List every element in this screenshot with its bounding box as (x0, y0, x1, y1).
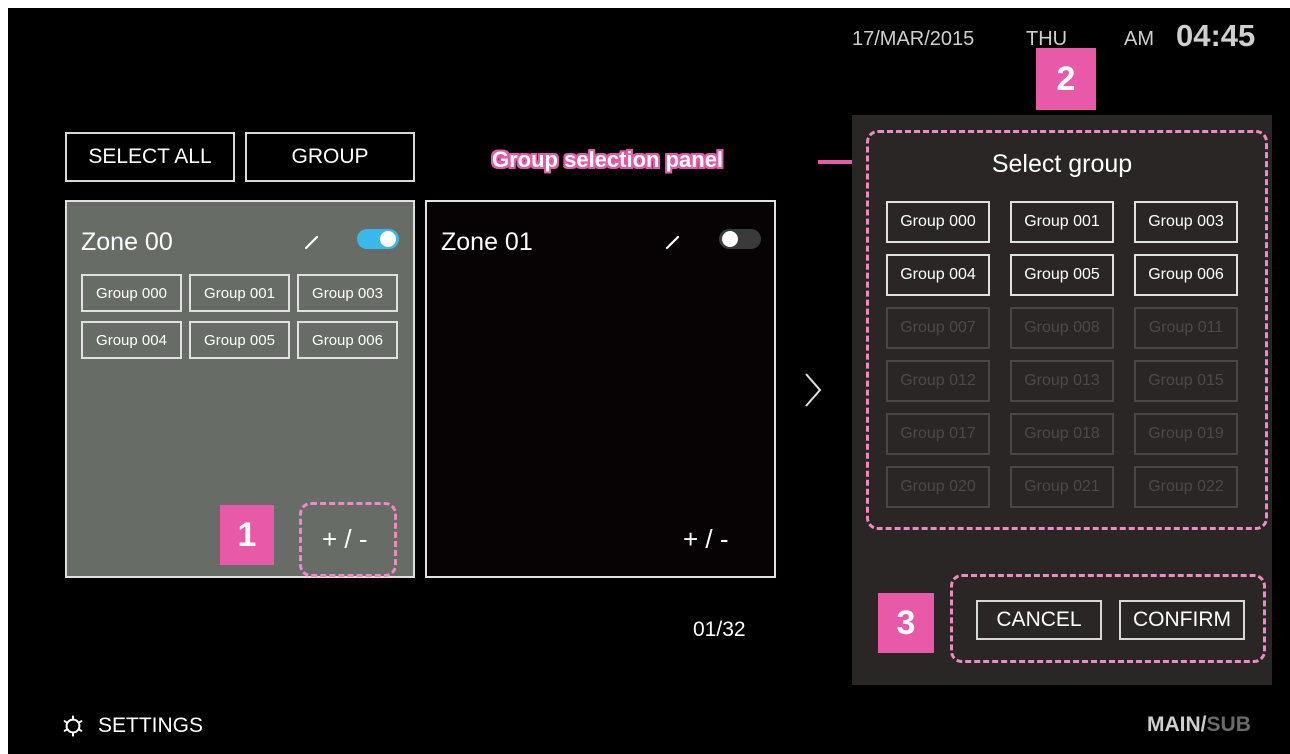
group-chip[interactable]: Group 001 (1010, 201, 1114, 243)
main-label: MAIN (1147, 713, 1201, 736)
cancel-button[interactable]: CANCEL (976, 600, 1102, 640)
callout-badge-1: 1 (220, 505, 274, 565)
zone-group-chip[interactable]: Group 000 (81, 274, 182, 312)
group-selection-panel-callout: Group selection panel (492, 147, 724, 172)
page-counter: 01/32 (693, 618, 746, 641)
zone-card-01[interactable]: Zone 01 + / - (425, 200, 776, 578)
main-sub-switch[interactable]: MAIN/SUB (1147, 713, 1251, 737)
group-chip[interactable]: Group 017 (886, 413, 990, 455)
group-chip[interactable]: Group 019 (1134, 413, 1238, 455)
zone-title: Zone 01 (441, 228, 533, 256)
callout-badge-3: 3 (878, 593, 934, 653)
group-chip[interactable]: Group 008 (1010, 307, 1114, 349)
settings-label: SETTINGS (98, 714, 204, 737)
toggle-knob (722, 231, 738, 247)
group-chip[interactable]: Group 021 (1010, 466, 1114, 508)
group-chip[interactable]: Group 003 (1134, 201, 1238, 243)
zone-card-00[interactable]: Zone 00 Group 000 Group 001 Group 003 Gr… (65, 200, 415, 578)
group-chip[interactable]: Group 000 (886, 201, 990, 243)
sub-label: SUB (1206, 713, 1251, 736)
zone-group-chip[interactable]: Group 005 (189, 321, 290, 359)
pencil-icon[interactable] (665, 234, 681, 250)
zone-group-chip[interactable]: Group 003 (297, 274, 398, 312)
zone-title: Zone 00 (81, 228, 173, 256)
group-chip[interactable]: Group 006 (1134, 254, 1238, 296)
group-chip[interactable]: Group 022 (1134, 466, 1238, 508)
gear-icon (63, 715, 83, 737)
group-chip[interactable]: Group 015 (1134, 360, 1238, 402)
zone-group-chip[interactable]: Group 001 (189, 274, 290, 312)
group-chip[interactable]: Group 013 (1010, 360, 1114, 402)
panel-title: Select group (991, 150, 1133, 178)
settings-button[interactable]: SETTINGS (62, 714, 203, 738)
zone-group-chip[interactable]: Group 006 (297, 321, 398, 359)
time-label: 04:45 (1176, 18, 1256, 53)
chevron-right-icon[interactable] (803, 370, 823, 410)
group-chip[interactable]: Group 007 (886, 307, 990, 349)
group-button[interactable]: GROUP (245, 132, 415, 182)
select-all-button[interactable]: SELECT ALL (65, 132, 235, 182)
pencil-icon[interactable] (304, 234, 320, 250)
add-remove-button[interactable]: + / - (683, 524, 729, 555)
group-chip[interactable]: Group 011 (1134, 307, 1238, 349)
ampm-label: AM (1124, 28, 1154, 50)
toggle-knob (380, 231, 396, 247)
group-chip[interactable]: Group 004 (886, 254, 990, 296)
confirm-button[interactable]: CONFIRM (1119, 600, 1245, 640)
group-selection-panel: Select group Group 000 Group 001 Group 0… (852, 115, 1272, 685)
group-chip[interactable]: Group 018 (1010, 413, 1114, 455)
zone-toggle[interactable] (357, 229, 399, 249)
group-chip[interactable]: Group 012 (886, 360, 990, 402)
group-chip[interactable]: Group 020 (886, 466, 990, 508)
add-remove-button[interactable]: + / - (322, 524, 368, 555)
zone-group-chip[interactable]: Group 004 (81, 321, 182, 359)
date-label: 17/MAR/2015 (852, 28, 975, 50)
zone-toggle[interactable] (719, 229, 761, 249)
group-chip[interactable]: Group 005 (1010, 254, 1114, 296)
callout-badge-2: 2 (1036, 48, 1096, 110)
